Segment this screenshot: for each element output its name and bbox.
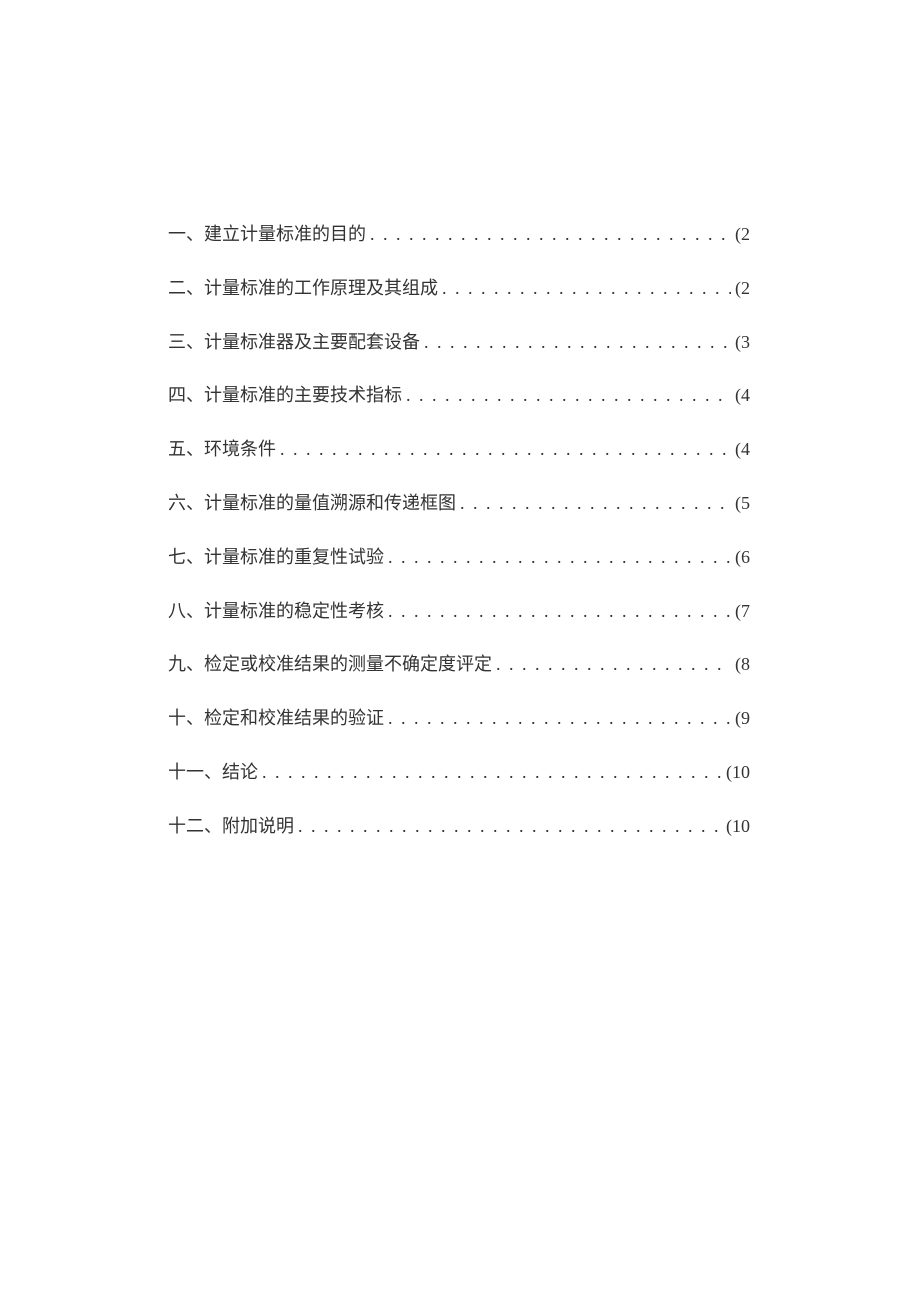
toc-entry: 五、环境条件 (4 — [168, 435, 750, 464]
toc-dots — [370, 220, 731, 249]
toc-title: 七、计量标准的重复性试验 — [168, 543, 384, 572]
toc-dots — [406, 381, 731, 410]
toc-title: 十、检定和校准结果的验证 — [168, 704, 384, 733]
toc-page-number: (7 — [735, 597, 750, 626]
toc-dots — [262, 758, 722, 787]
toc-title: 十一、结论 — [168, 758, 258, 787]
toc-page: 一、建立计量标准的目的 (2 二、计量标准的工作原理及其组成 (2 三、计量标准… — [0, 0, 920, 841]
toc-page-number: (2 — [735, 274, 750, 303]
toc-entry: 二、计量标准的工作原理及其组成 (2 — [168, 274, 750, 303]
toc-page-number: (6 — [735, 543, 750, 572]
toc-dots — [280, 435, 731, 464]
toc-page-number: (5 — [735, 489, 750, 518]
toc-page-number: (4 — [735, 381, 750, 410]
toc-entry: 十一、结论 (10 — [168, 758, 750, 787]
toc-entry: 八、计量标准的稳定性考核 (7 — [168, 597, 750, 626]
toc-title: 一、建立计量标准的目的 — [168, 220, 366, 249]
toc-page-number: (8 — [735, 650, 750, 679]
toc-dots — [460, 489, 731, 518]
toc-title: 三、计量标准器及主要配套设备 — [168, 328, 420, 357]
toc-entry: 七、计量标准的重复性试验 (6 — [168, 543, 750, 572]
toc-page-number: (3 — [735, 328, 750, 357]
toc-entry: 四、计量标准的主要技术指标 (4 — [168, 381, 750, 410]
toc-dots — [298, 812, 722, 841]
toc-dots — [388, 597, 731, 626]
toc-page-number: (10 — [726, 812, 750, 841]
toc-entry: 十、检定和校准结果的验证 (9 — [168, 704, 750, 733]
toc-entry: 三、计量标准器及主要配套设备 (3 — [168, 328, 750, 357]
toc-dots — [496, 650, 731, 679]
toc-dots — [388, 543, 731, 572]
toc-dots — [442, 274, 731, 303]
toc-title: 五、环境条件 — [168, 435, 276, 464]
toc-title: 四、计量标准的主要技术指标 — [168, 381, 402, 410]
toc-title: 八、计量标准的稳定性考核 — [168, 597, 384, 626]
toc-title: 二、计量标准的工作原理及其组成 — [168, 274, 438, 303]
toc-page-number: (9 — [735, 704, 750, 733]
toc-entry: 一、建立计量标准的目的 (2 — [168, 220, 750, 249]
toc-title: 十二、附加说明 — [168, 812, 294, 841]
toc-entry: 六、计量标准的量值溯源和传递框图 (5 — [168, 489, 750, 518]
toc-entry: 十二、附加说明 (10 — [168, 812, 750, 841]
toc-title: 九、检定或校准结果的测量不确定度评定 — [168, 650, 492, 679]
toc-page-number: (2 — [735, 220, 750, 249]
toc-title: 六、计量标准的量值溯源和传递框图 — [168, 489, 456, 518]
toc-page-number: (10 — [726, 758, 750, 787]
toc-entry: 九、检定或校准结果的测量不确定度评定 (8 — [168, 650, 750, 679]
toc-dots — [388, 704, 731, 733]
toc-page-number: (4 — [735, 435, 750, 464]
toc-dots — [424, 328, 731, 357]
